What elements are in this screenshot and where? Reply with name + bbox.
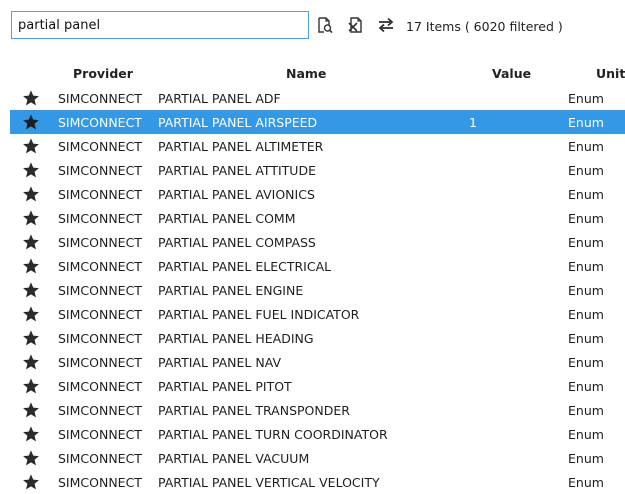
table-row[interactable]: SIMCONNECT PARTIAL PANEL ENGINE Enum (0, 278, 625, 302)
cell-provider: SIMCONNECT (58, 475, 142, 490)
cell-name: PARTIAL PANEL AIRSPEED (158, 115, 318, 130)
cell-unit: Enum (568, 307, 604, 322)
cell-unit: Enum (568, 451, 604, 466)
cell-provider: SIMCONNECT (58, 403, 142, 418)
cell-name: PARTIAL PANEL VERTICAL VELOCITY (158, 475, 380, 490)
cell-name: PARTIAL PANEL ELECTRICAL (158, 259, 332, 274)
cell-provider: SIMCONNECT (58, 355, 142, 370)
item-count-status: 17 Items ( 6020 filtered ) (406, 19, 563, 34)
table-row[interactable]: SIMCONNECT PARTIAL PANEL VACUUM Enum (0, 446, 625, 470)
table-row[interactable]: SIMCONNECT PARTIAL PANEL HEADING Enum (0, 326, 625, 350)
column-header-name[interactable]: Name (286, 66, 326, 81)
star-icon[interactable] (22, 329, 40, 347)
table-header: Provider Name Value Unit (0, 62, 625, 86)
star-icon[interactable] (22, 161, 40, 179)
cell-name: PARTIAL PANEL COMPASS (158, 235, 316, 250)
cell-unit: Enum (568, 379, 604, 394)
cell-provider: SIMCONNECT (58, 307, 142, 322)
star-icon[interactable] (22, 137, 40, 155)
column-header-provider[interactable]: Provider (73, 66, 133, 81)
cell-provider: SIMCONNECT (58, 283, 142, 298)
star-icon[interactable] (22, 113, 40, 131)
table-row[interactable]: SIMCONNECT PARTIAL PANEL PITOT Enum (0, 374, 625, 398)
cell-name: PARTIAL PANEL TURN COORDINATOR (158, 427, 388, 442)
cell-name: PARTIAL PANEL NAV (158, 355, 282, 370)
cell-unit: Enum (568, 403, 604, 418)
star-icon[interactable] (22, 281, 40, 299)
cell-provider: SIMCONNECT (58, 91, 142, 106)
cell-unit: Enum (568, 187, 604, 202)
table-row[interactable]: SIMCONNECT PARTIAL PANEL COMPASS Enum (0, 230, 625, 254)
cell-value: 1 (469, 115, 477, 130)
star-icon[interactable] (22, 89, 40, 107)
cell-provider: SIMCONNECT (58, 331, 142, 346)
cell-name: PARTIAL PANEL FUEL INDICATOR (158, 307, 360, 322)
column-header-value[interactable]: Value (492, 66, 531, 81)
table-row[interactable]: SIMCONNECT PARTIAL PANEL ATTITUDE Enum (0, 158, 625, 182)
cell-unit: Enum (568, 211, 604, 226)
star-icon[interactable] (22, 473, 40, 491)
cell-provider: SIMCONNECT (58, 451, 142, 466)
cell-provider: SIMCONNECT (58, 379, 142, 394)
cell-name: PARTIAL PANEL AVIONICS (158, 187, 315, 202)
table-row[interactable]: SIMCONNECT PARTIAL PANEL AVIONICS Enum (0, 182, 625, 206)
table-row[interactable]: SIMCONNECT PARTIAL PANEL VERTICAL VELOCI… (0, 470, 625, 494)
search-document-icon[interactable] (316, 16, 334, 34)
cell-unit: Enum (568, 139, 604, 154)
cell-name: PARTIAL PANEL ADF (158, 91, 281, 106)
cell-unit: Enum (568, 427, 604, 442)
star-icon[interactable] (22, 401, 40, 419)
cell-name: PARTIAL PANEL COMM (158, 211, 296, 226)
cell-unit: Enum (568, 283, 604, 298)
cell-unit: Enum (568, 475, 604, 490)
star-icon[interactable] (22, 353, 40, 371)
cell-name: PARTIAL PANEL TRANSPONDER (158, 403, 350, 418)
star-icon[interactable] (22, 257, 40, 275)
column-header-unit[interactable]: Unit (596, 66, 625, 81)
table-row[interactable]: SIMCONNECT PARTIAL PANEL NAV Enum (0, 350, 625, 374)
cell-name: PARTIAL PANEL HEADING (158, 331, 314, 346)
cell-name: PARTIAL PANEL ATTITUDE (158, 163, 316, 178)
star-icon[interactable] (22, 305, 40, 323)
star-icon[interactable] (22, 209, 40, 227)
cell-unit: Enum (568, 163, 604, 178)
table-row[interactable]: SIMCONNECT PARTIAL PANEL FUEL INDICATOR … (0, 302, 625, 326)
clear-filter-icon[interactable] (347, 16, 365, 34)
swap-arrows-icon[interactable] (377, 16, 395, 34)
cell-unit: Enum (568, 331, 604, 346)
cell-provider: SIMCONNECT (58, 235, 142, 250)
variables-table: SIMCONNECT PARTIAL PANEL ADF Enum SIMCON… (0, 86, 625, 494)
table-row[interactable]: SIMCONNECT PARTIAL PANEL ELECTRICAL Enum (0, 254, 625, 278)
cell-provider: SIMCONNECT (58, 163, 142, 178)
table-row[interactable]: SIMCONNECT PARTIAL PANEL TRANSPONDER Enu… (0, 398, 625, 422)
cell-unit: Enum (568, 355, 604, 370)
star-icon[interactable] (22, 233, 40, 251)
cell-unit: Enum (568, 115, 604, 130)
cell-provider: SIMCONNECT (58, 115, 142, 130)
cell-name: PARTIAL PANEL ENGINE (158, 283, 304, 298)
cell-unit: Enum (568, 91, 604, 106)
cell-provider: SIMCONNECT (58, 427, 142, 442)
cell-provider: SIMCONNECT (58, 259, 142, 274)
cell-name: PARTIAL PANEL VACUUM (158, 451, 310, 466)
cell-unit: Enum (568, 259, 604, 274)
table-row[interactable]: SIMCONNECT PARTIAL PANEL TURN COORDINATO… (0, 422, 625, 446)
toolbar: 17 Items ( 6020 filtered ) (0, 0, 625, 52)
table-row[interactable]: SIMCONNECT PARTIAL PANEL AIRSPEED 1 Enum (10, 110, 625, 134)
star-icon[interactable] (22, 377, 40, 395)
table-row[interactable]: SIMCONNECT PARTIAL PANEL ALTIMETER Enum (0, 134, 625, 158)
star-icon[interactable] (22, 425, 40, 443)
cell-provider: SIMCONNECT (58, 187, 142, 202)
cell-name: PARTIAL PANEL ALTIMETER (158, 139, 324, 154)
cell-unit: Enum (568, 235, 604, 250)
table-row[interactable]: SIMCONNECT PARTIAL PANEL ADF Enum (0, 86, 625, 110)
star-icon[interactable] (22, 185, 40, 203)
cell-provider: SIMCONNECT (58, 139, 142, 154)
cell-provider: SIMCONNECT (58, 211, 142, 226)
table-row[interactable]: SIMCONNECT PARTIAL PANEL COMM Enum (0, 206, 625, 230)
star-icon[interactable] (22, 449, 40, 467)
search-input[interactable] (11, 11, 309, 39)
cell-name: PARTIAL PANEL PITOT (158, 379, 292, 394)
